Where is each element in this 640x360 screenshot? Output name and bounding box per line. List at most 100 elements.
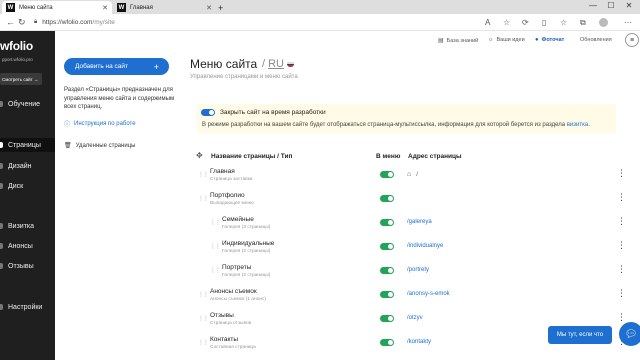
ideas-link[interactable]: ☼ Ваши идеи (488, 37, 525, 43)
sidebar-item-design[interactable]: Дизайн (0, 159, 55, 173)
page-name[interactable]: Анонсы съемок (210, 288, 257, 295)
in-menu-toggle[interactable] (380, 171, 394, 178)
page-type: Выпадающее меню (210, 201, 254, 206)
page-address[interactable]: ⌂ / (407, 171, 418, 178)
in-menu-toggle[interactable] (380, 315, 394, 322)
new-tab-button[interactable]: + (218, 1, 228, 14)
back-icon[interactable]: ← (6, 17, 15, 27)
page-name[interactable]: Портфолио (210, 192, 245, 199)
plus-icon: + (153, 61, 159, 72)
reload-icon[interactable]: ↻ (18, 17, 26, 28)
table-row[interactable]: ⋮⋮ Главная Страница заставки ⌂ / ⋮ (190, 165, 630, 189)
page-address-text: / (416, 171, 418, 178)
sidebar-item-card[interactable]: Визитка (0, 219, 55, 233)
photochat-link[interactable]: ● Фоточат (535, 37, 564, 43)
sidebar-item-learning[interactable]: Обучение (0, 97, 55, 111)
deleted-pages-link[interactable]: 🗑︎ Удаленные страницы (64, 142, 135, 150)
more-options-icon[interactable]: ⋮ (617, 240, 626, 251)
profile-avatar[interactable] (599, 18, 608, 27)
window-close-icon[interactable]: ✕ (622, 1, 636, 10)
page-address[interactable]: /otzyv (407, 315, 423, 321)
page-type: Составная страница (210, 345, 256, 350)
sidebar-item-reviews[interactable]: Отзывы (0, 259, 55, 273)
read-aloud-icon[interactable]: A (485, 18, 490, 27)
more-options-icon[interactable]: ⋮ (617, 288, 626, 299)
sidebar-item-label: Отзывы (8, 262, 34, 270)
url-field[interactable]: 🔒︎ https://wfolio.com/my/site (34, 17, 476, 28)
sidebar-item-announcements[interactable]: Анонсы (0, 239, 55, 253)
split-screen-icon[interactable]: ▯ (542, 18, 546, 27)
in-menu-toggle[interactable] (380, 219, 394, 226)
in-menu-toggle[interactable] (380, 291, 394, 298)
table-row[interactable]: ⋮⋮ Портреты Галерея (2 страницы) /portrety ⋮ (190, 261, 630, 285)
table-row[interactable]: ⋮⋮ Анонсы съемок Анонсы съемок (1 анонс) /a… (190, 285, 630, 309)
view-site-button[interactable]: Смотреть сайт → (0, 73, 42, 85)
drag-handle-icon[interactable]: ⋮⋮ (210, 267, 221, 274)
page-name[interactable]: Портреты (222, 264, 251, 271)
in-menu-toggle[interactable] (380, 195, 394, 202)
photochat-label: Фоточат (541, 37, 565, 43)
sidebar-item-settings[interactable]: Настройки (0, 300, 55, 314)
dev-mode-toggle[interactable] (201, 109, 215, 116)
in-menu-toggle[interactable] (380, 243, 394, 250)
maximize-icon[interactable]: ☐ (604, 1, 618, 10)
more-options-icon[interactable]: ⋮ (617, 192, 626, 203)
more-options-icon[interactable]: ⋮ (617, 312, 626, 323)
wfolio-logo[interactable]: wfolio (0, 39, 33, 53)
page-name[interactable]: Отзывы (210, 312, 234, 319)
hamburger-menu-icon[interactable]: ≡ (625, 33, 639, 47)
table-row[interactable]: ⋮⋮ Индивидуальные Галерея (2 страницы) /ind… (190, 237, 630, 261)
page-address[interactable]: /portrety (407, 267, 429, 273)
page-name[interactable]: Семейные (222, 216, 254, 223)
updates-link[interactable]: Обновления (580, 37, 612, 43)
drag-handle-icon[interactable]: ⋮⋮ (198, 339, 209, 346)
chat-icon[interactable]: 💬︎ (619, 322, 640, 346)
page-address[interactable]: /individualnye (407, 243, 443, 249)
collections-icon[interactable]: ⧉ (580, 18, 586, 28)
table-row[interactable]: ⋮⋮ Семейные Галерея (3 страницы) /galereya ⋮ (190, 213, 630, 237)
favorites-icon[interactable]: ☆ (560, 18, 567, 27)
business-card-link[interactable]: визитка (567, 122, 588, 128)
refresh-page-icon[interactable]: ⟳ (522, 18, 529, 27)
in-menu-toggle[interactable] (380, 267, 394, 274)
help-chat-button[interactable]: Мы тут, если что (548, 326, 612, 344)
more-options-icon[interactable]: ⋮ (617, 216, 626, 227)
page-type: Анонсы съемок (1 анонс) (210, 297, 267, 302)
page-name[interactable]: Контакты (210, 336, 238, 343)
favorite-icon[interactable]: ☆ (503, 18, 510, 27)
page-name[interactable]: Индивидуальные (222, 240, 274, 247)
drag-handle-icon[interactable]: ⋮⋮ (198, 195, 209, 202)
drag-handle-icon[interactable]: ⋮⋮ (198, 171, 209, 178)
page-type: Галерея (2 страницы) (222, 249, 271, 254)
more-options-icon[interactable]: ⋮ (617, 264, 626, 275)
language-separator: / (262, 58, 266, 70)
page-address[interactable]: /kontakty (407, 339, 431, 345)
sidebar-item-pages[interactable]: Страницы (0, 138, 55, 152)
more-options-icon[interactable]: ⋮ (617, 168, 626, 179)
close-icon[interactable]: ✕ (102, 4, 108, 12)
language-selector[interactable]: / RU (262, 58, 294, 70)
page-address[interactable]: /anonsy-s-emok (407, 291, 450, 297)
nav-marker (0, 183, 3, 189)
tab-title: Главная (130, 4, 153, 11)
drag-handle-icon[interactable]: ⋮⋮ (210, 243, 221, 250)
browser-tab-bar: W Меню сайта ✕ W Главная ✕ + — ☐ ✕ (0, 0, 640, 14)
drag-handle-icon[interactable]: ⋮⋮ (198, 291, 209, 298)
in-menu-toggle[interactable] (380, 339, 394, 346)
tab-menu-site[interactable]: W Меню сайта ✕ (2, 1, 112, 14)
tab-home[interactable]: W Главная ✕ (113, 1, 216, 14)
page-name[interactable]: Главная (210, 168, 235, 175)
page-address[interactable]: /galereya (407, 219, 432, 225)
sidebar-item-disk[interactable]: Диск (0, 179, 55, 193)
knowledge-base-link[interactable]: ▤ База знаний (438, 37, 478, 45)
close-icon[interactable]: ✕ (206, 4, 212, 12)
instructions-link[interactable]: ⓘ Инструкция по работе (64, 119, 136, 129)
minimize-icon[interactable]: — (586, 1, 600, 10)
more-icon[interactable]: ⋯ (624, 18, 632, 27)
add-to-site-button[interactable]: Добавить на сайт + (64, 58, 169, 75)
trash-icon: 🗑︎ (64, 143, 72, 149)
drag-handle-icon[interactable]: ⋮⋮ (198, 315, 209, 322)
move-icon[interactable]: ✥ (196, 151, 203, 160)
drag-handle-icon[interactable]: ⋮⋮ (210, 219, 221, 226)
table-row[interactable]: ⋮⋮ Портфолио Выпадающее меню ⋮ (190, 189, 630, 213)
